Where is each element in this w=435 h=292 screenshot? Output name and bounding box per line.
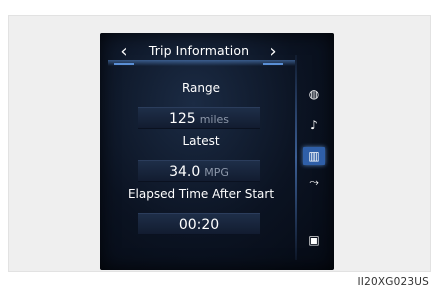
figure-caption: II20XG023US xyxy=(357,276,429,288)
latest-value: 34.0 xyxy=(169,164,201,180)
elapsed-time-value-box: 00:20 xyxy=(138,213,260,235)
range-unit: miles xyxy=(199,113,230,126)
multi-information-display: ‹ Trip Information › Range 125 miles Late… xyxy=(100,33,334,270)
latest-value-box: 34.0 MPG xyxy=(138,160,260,182)
header-divider xyxy=(108,60,295,66)
eco-gauge-icon[interactable]: ◍ xyxy=(303,85,325,103)
bar-graph-icon[interactable]: ▥ xyxy=(303,147,325,165)
music-note-icon[interactable]: ♪ xyxy=(303,116,325,134)
elapsed-time-label: Elapsed Time After Start xyxy=(127,187,275,201)
latest-label: Latest xyxy=(182,134,220,148)
latest-unit: MPG xyxy=(204,166,229,179)
elapsed-time-value: 00:20 xyxy=(178,217,220,233)
sidebar-divider xyxy=(295,55,297,260)
chevron-left-icon: ‹ xyxy=(120,41,128,62)
range-value: 125 xyxy=(168,111,196,127)
range-value-box: 125 miles xyxy=(138,107,260,129)
range-label: Range xyxy=(181,81,221,95)
screen-display-icon[interactable]: ▣ xyxy=(303,231,325,249)
car-settings-icon[interactable]: ⤳ xyxy=(303,173,325,191)
chevron-right-icon: › xyxy=(269,41,277,62)
page-title: Trip Information xyxy=(148,43,250,58)
